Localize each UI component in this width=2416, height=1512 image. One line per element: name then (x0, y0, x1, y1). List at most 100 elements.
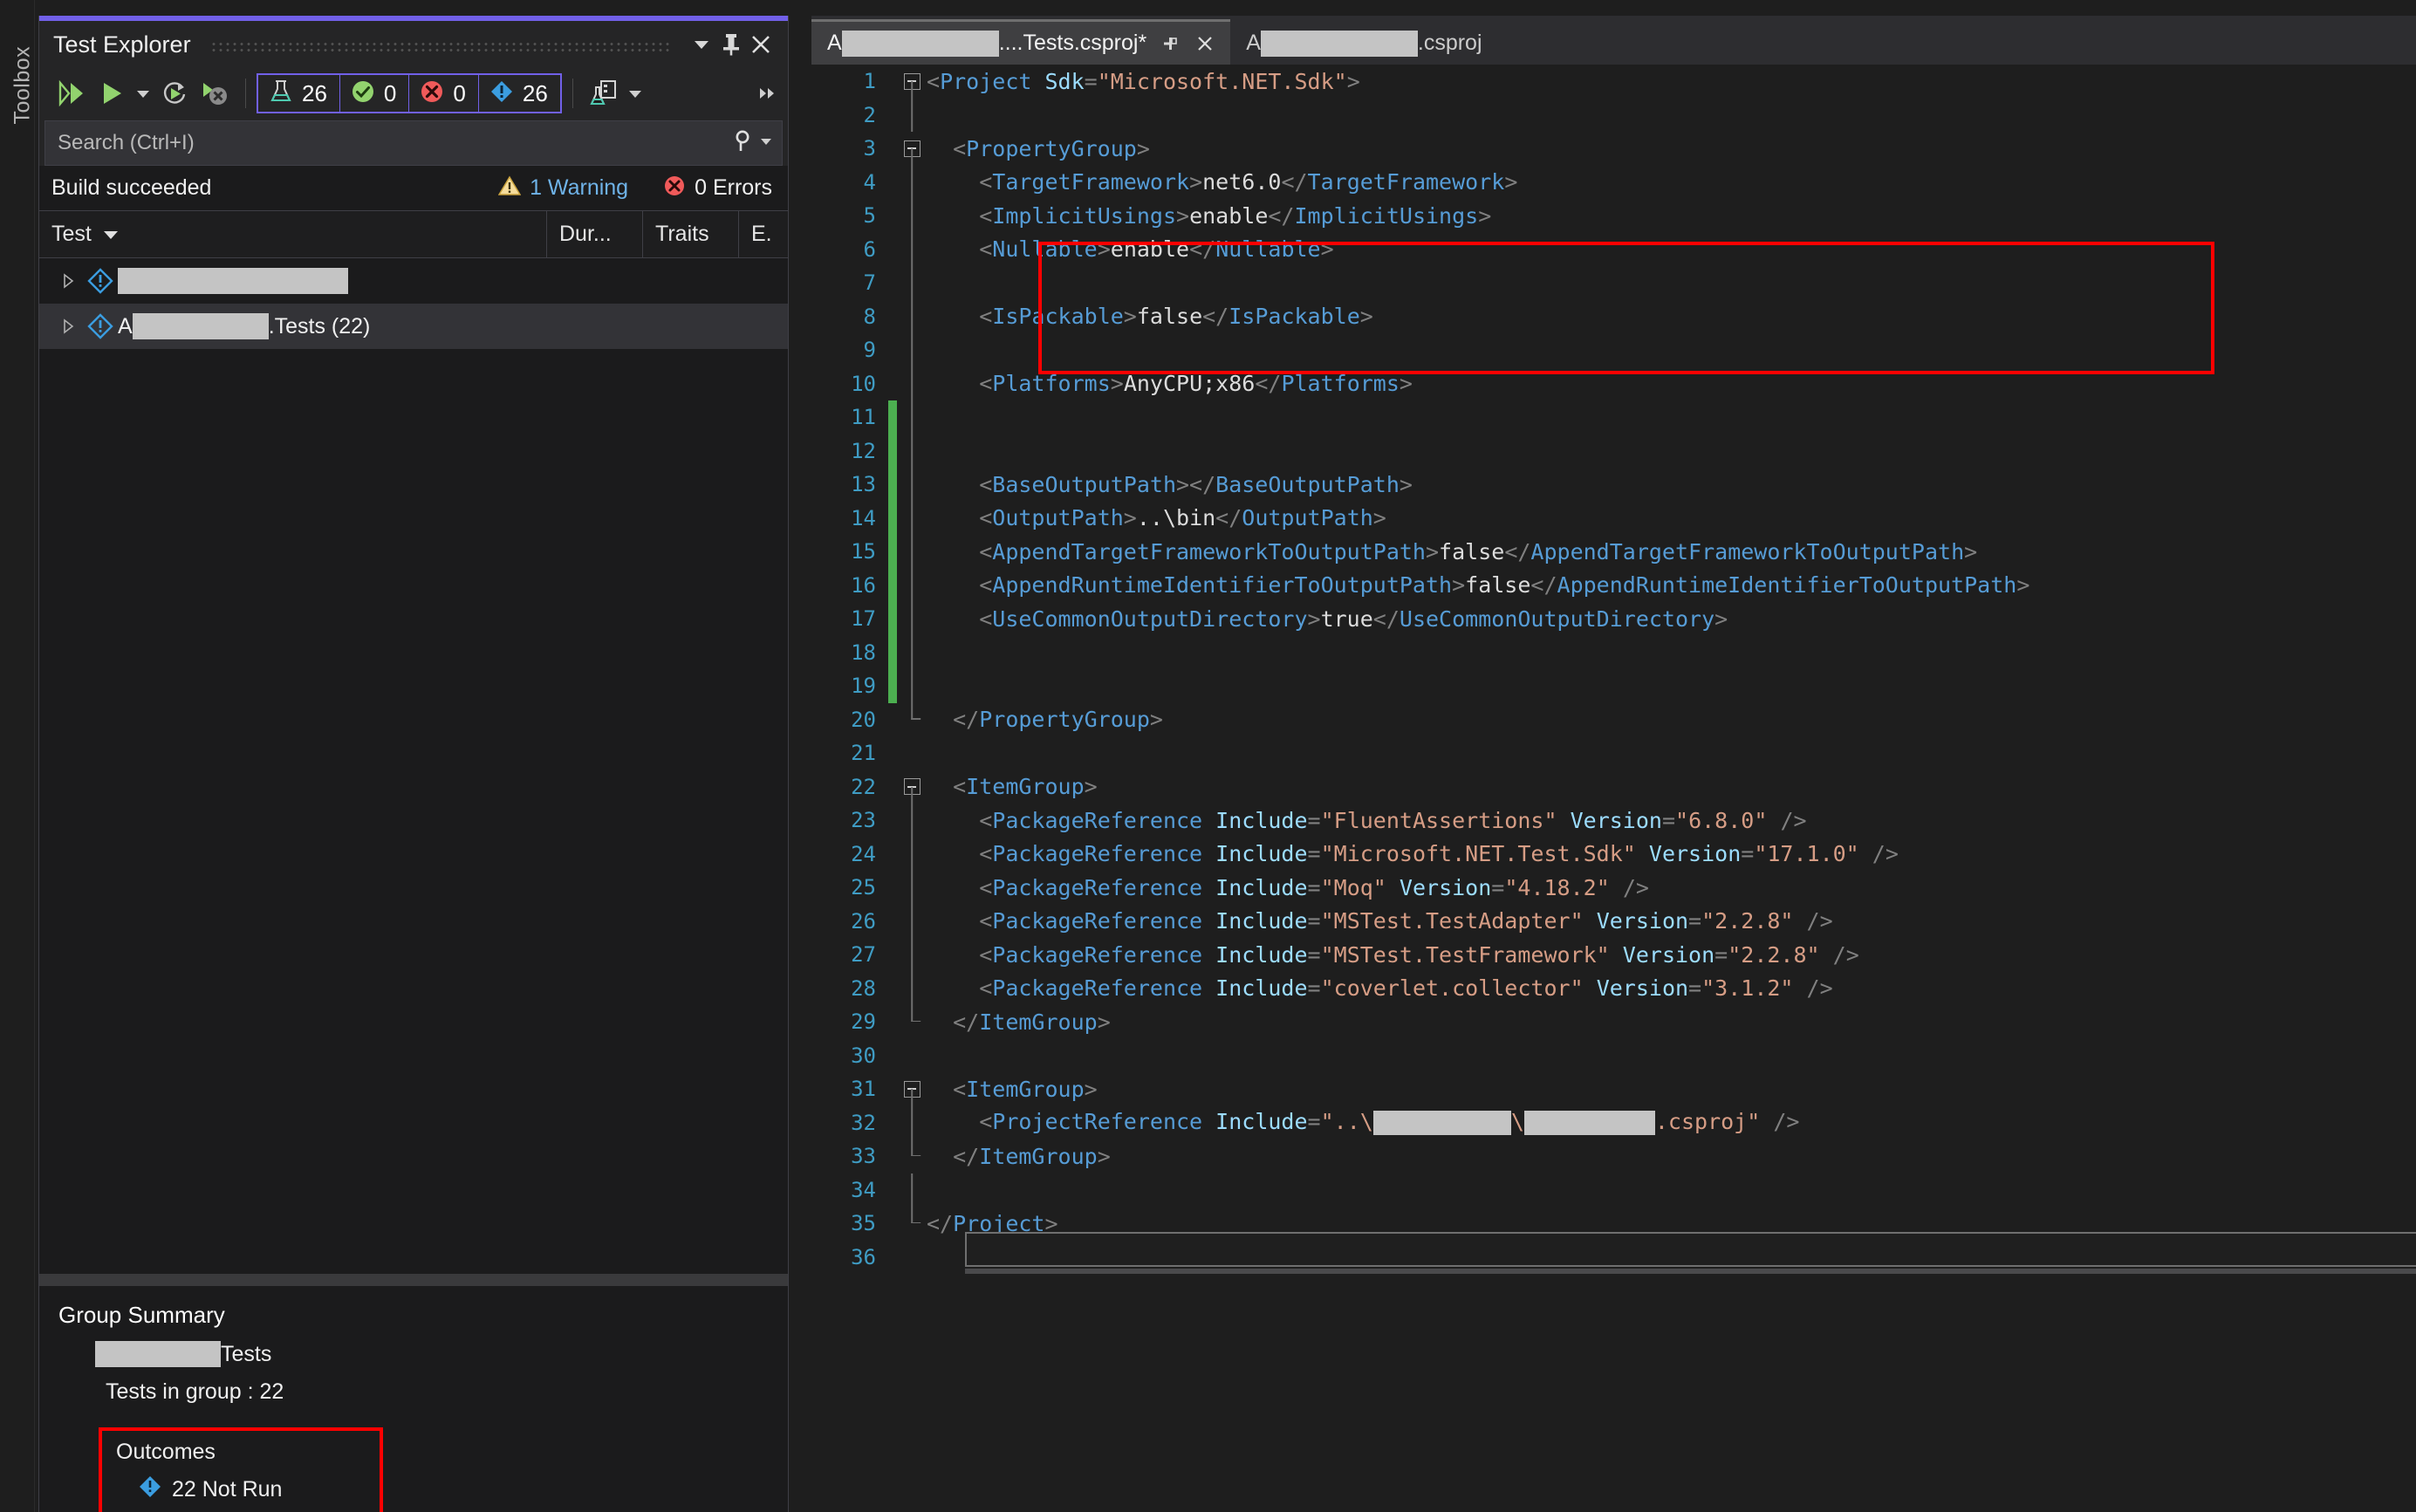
code-line[interactable]: 27 <PackageReference Include="MSTest.Tes… (811, 938, 2416, 972)
tab-tests-csproj[interactable]: A ....Tests.csproj* (811, 19, 1231, 65)
pin-icon[interactable] (716, 30, 746, 59)
code-line[interactable]: 24 <PackageReference Include="Microsoft.… (811, 837, 2416, 871)
change-bar (888, 468, 897, 502)
change-bar (888, 400, 897, 434)
column-header-error[interactable]: E. (739, 211, 788, 257)
test-output-icon[interactable] (584, 73, 624, 113)
code-line[interactable]: 16 <AppendRuntimeIdentifierToOutputPath>… (811, 568, 2416, 602)
search-icon[interactable] (731, 129, 754, 158)
test-explorer-panel: Test Explorer 26 0 0 26 Search (Ctrl+I) … (38, 16, 789, 1512)
search-bar[interactable] (44, 120, 783, 166)
code-line[interactable]: 30 (811, 1039, 2416, 1073)
code-text: <TargetFramework>net6.0</TargetFramework… (927, 171, 1517, 193)
code-token: Nullable (1215, 236, 1321, 263)
code-token: /> (1806, 908, 1833, 934)
code-token: PropertyGroup (979, 707, 1150, 733)
chevron-down-icon[interactable] (687, 30, 716, 59)
code-line[interactable]: 14 <OutputPath>..\bin</OutputPath> (811, 501, 2416, 535)
code-line[interactable]: 11 (811, 400, 2416, 434)
code-token: Include (1215, 908, 1308, 934)
code-line[interactable]: 4 <TargetFramework>net6.0</TargetFramewo… (811, 165, 2416, 199)
code-line[interactable]: 10 <Platforms>AnyCPU;x86</Platforms> (811, 366, 2416, 400)
column-header-test[interactable]: Test (39, 211, 547, 257)
code-line[interactable]: 25 <PackageReference Include="Moq" Versi… (811, 871, 2416, 905)
fold-gutter[interactable] (897, 770, 927, 804)
code-token: ItemGroup (979, 1143, 1098, 1169)
outcome-not-run[interactable]: 22 Not Run (116, 1475, 380, 1504)
fold-gutter[interactable] (897, 132, 927, 166)
group-summary-splitter[interactable] (39, 1274, 788, 1286)
code-token: = (1307, 841, 1321, 867)
code-line[interactable]: 18 (811, 635, 2416, 669)
horizontal-scrollbar[interactable] (965, 1269, 2416, 1274)
close-icon[interactable] (1194, 32, 1216, 55)
code-line[interactable]: 2 (811, 98, 2416, 132)
fold-gutter (897, 501, 927, 535)
column-header-duration[interactable]: Dur... (547, 211, 643, 257)
code-line[interactable]: 21 (811, 736, 2416, 770)
fold-gutter (897, 1005, 927, 1039)
output-dropdown-chevron-down-icon[interactable] (624, 73, 647, 113)
code-line[interactable]: 12 (811, 434, 2416, 468)
cancel-run-icon[interactable] (195, 73, 235, 113)
search-input[interactable] (58, 131, 731, 155)
code-line[interactable]: 1 <Project Sdk="Microsoft.NET.Sdk"> (811, 65, 2416, 99)
code-line[interactable]: 5 <ImplicitUsings>enable</ImplicitUsings… (811, 199, 2416, 233)
code-token: TargetFramework (992, 169, 1190, 195)
repeat-last-run-icon[interactable] (154, 73, 195, 113)
close-icon[interactable] (746, 30, 776, 59)
code-token: Project (940, 68, 1032, 94)
code-line[interactable]: 6 <Nullable>enable</Nullable> (811, 232, 2416, 266)
code-line[interactable]: 13 <BaseOutputPath></BaseOutputPath> (811, 468, 2416, 502)
code-line[interactable]: 22 <ItemGroup> (811, 770, 2416, 804)
code-line[interactable]: 8 <IsPackable>false</IsPackable> (811, 299, 2416, 333)
error-circle-icon (420, 79, 444, 108)
code-line[interactable]: 20 </PropertyGroup> (811, 702, 2416, 737)
toolbox-tab[interactable]: Toolbox (0, 0, 35, 1512)
line-number: 17 (851, 606, 876, 632)
table-row[interactable]: A .Tests (22) (39, 304, 788, 349)
counter-failed[interactable]: 0 (409, 73, 479, 113)
code-line[interactable]: 9 (811, 333, 2416, 367)
code-line[interactable]: 17 <UseCommonOutputDirectory>true</UseCo… (811, 602, 2416, 636)
tab-main-csproj[interactable]: A .csproj (1230, 19, 1496, 65)
toolbar-overflow-icon[interactable] (756, 73, 779, 113)
fold-gutter[interactable] (897, 1072, 927, 1106)
code-token: Include (1215, 874, 1308, 900)
run-tests-icon[interactable] (92, 73, 132, 113)
table-row[interactable] (39, 258, 788, 304)
counter-total[interactable]: 26 (257, 73, 340, 113)
search-dropdown-chevron-down-icon[interactable] (759, 134, 773, 153)
run-all-tests-icon[interactable] (51, 73, 92, 113)
code-token: < (979, 202, 993, 229)
code-line[interactable]: 3 <PropertyGroup> (811, 132, 2416, 166)
counter-not-run[interactable]: 26 (478, 73, 562, 113)
fold-gutter[interactable] (897, 65, 927, 99)
column-header-traits[interactable]: Traits (643, 211, 739, 257)
code-line[interactable]: 34 (811, 1173, 2416, 1207)
code-line[interactable]: 33 </ItemGroup> (811, 1139, 2416, 1173)
code-line[interactable]: 28 <PackageReference Include="coverlet.c… (811, 971, 2416, 1005)
code-line[interactable]: 23 <PackageReference Include="FluentAsse… (811, 804, 2416, 838)
toolbox-tab-label: Toolbox (10, 45, 35, 125)
code-line[interactable]: 19 (811, 669, 2416, 703)
expand-chevron-right-icon[interactable] (53, 272, 83, 290)
counter-passed[interactable]: 0 (339, 73, 410, 113)
build-errors[interactable]: 0 Errors (663, 174, 772, 202)
expand-chevron-right-icon[interactable] (53, 318, 83, 335)
code-line[interactable]: 26 <PackageReference Include="MSTest.Tes… (811, 904, 2416, 938)
code-line[interactable]: 29 </ItemGroup> (811, 1005, 2416, 1039)
tab-prefix: A (827, 31, 842, 55)
panel-drag-handle[interactable] (209, 41, 673, 53)
code-line[interactable]: 32 <ProjectReference Include="..\ \ .cspro… (811, 1105, 2416, 1139)
fold-guide-line (911, 400, 913, 434)
pin-icon[interactable] (1159, 32, 1181, 55)
run-dropdown-chevron-down-icon[interactable] (132, 73, 154, 113)
build-warnings[interactable]: 1 Warning (497, 175, 628, 201)
code-line[interactable]: 31 <ItemGroup> (811, 1072, 2416, 1106)
code-line[interactable]: 15 <AppendTargetFrameworkToOutputPath>fa… (811, 535, 2416, 569)
code-content[interactable]: 1 <Project Sdk="Microsoft.NET.Sdk"> 2 3 <Pr… (811, 65, 2416, 1303)
code-line[interactable]: 7 (811, 266, 2416, 300)
